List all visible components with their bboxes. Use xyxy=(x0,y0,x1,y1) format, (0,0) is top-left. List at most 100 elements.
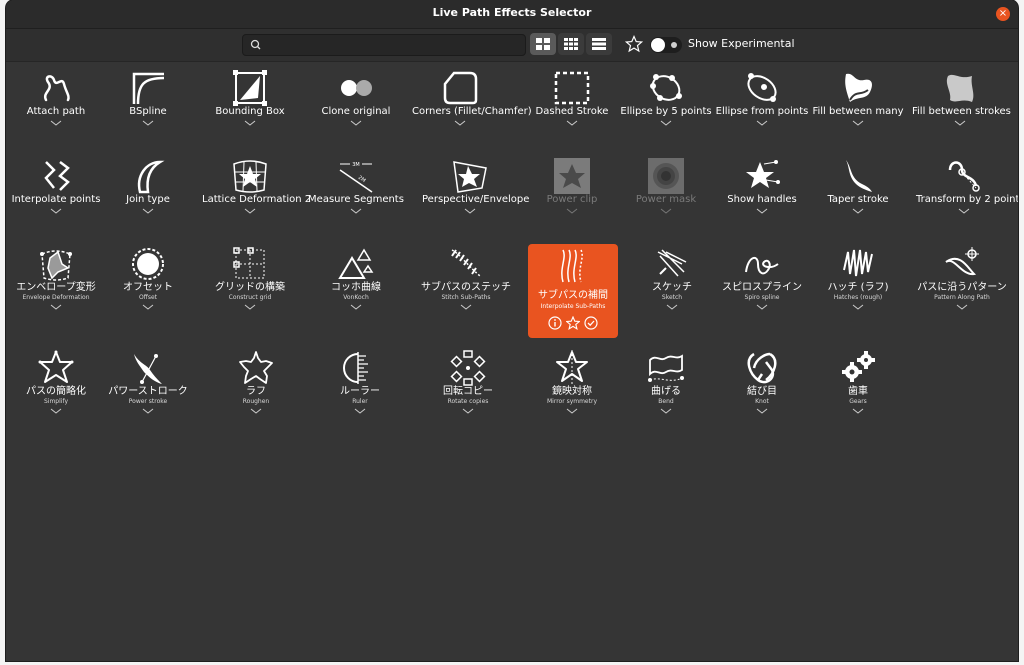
effect-label: Measure Segments xyxy=(308,194,404,205)
effect-roughen[interactable]: ラフ Roughen xyxy=(208,350,304,414)
effect-ruler[interactable]: ルーラー Ruler xyxy=(312,350,408,414)
effect-show-handles[interactable]: Show handles xyxy=(714,158,810,214)
search-input[interactable] xyxy=(242,34,526,56)
list-icon xyxy=(592,38,606,50)
effect-stitch-sub-paths[interactable]: サブパスのステッチ Stitch Sub-Paths xyxy=(418,246,514,310)
effect-fill-between-strokes[interactable]: Fill between strokes xyxy=(912,70,1011,126)
large-grid-icon xyxy=(536,38,550,50)
effect-bend[interactable]: 曲げる Bend xyxy=(618,350,714,414)
show-experimental-toggle[interactable] xyxy=(650,37,682,53)
interpolate-sub-paths-icon xyxy=(561,249,583,283)
effect-sublabel: Mirror symmetry xyxy=(546,398,597,405)
list-view-button[interactable] xyxy=(586,33,612,55)
effect-dashed-stroke[interactable]: Dashed Stroke xyxy=(524,70,620,126)
power-stroke-icon xyxy=(134,354,162,384)
chevron-down-icon xyxy=(954,120,966,126)
effect-label: Corners (Fillet/Chamfer) xyxy=(412,106,532,117)
spiro-spline-icon xyxy=(745,256,779,275)
vonkoch-icon xyxy=(338,248,374,279)
fill-between-strokes-icon xyxy=(946,74,974,102)
chevron-down-icon xyxy=(756,304,768,310)
roughen-icon xyxy=(239,351,273,384)
effect-sketch[interactable]: スケッチ Sketch xyxy=(624,246,720,310)
offset-icon xyxy=(132,248,164,280)
favorite-star-icon[interactable] xyxy=(566,316,580,330)
effect-label: Dashed Stroke xyxy=(535,106,609,117)
effect-label: Clone original xyxy=(321,106,391,117)
effect-construct-grid[interactable]: グリッドの構築 Construct grid xyxy=(202,246,298,310)
corners-icon xyxy=(443,71,478,105)
effect-clone-original[interactable]: Clone original xyxy=(308,70,404,126)
effect-knot[interactable]: 結び目 Knot xyxy=(714,350,810,414)
small-grid-icon xyxy=(564,38,578,50)
apply-check-icon[interactable] xyxy=(584,316,598,330)
effect-gears[interactable]: 歯車 Gears xyxy=(810,350,906,414)
chevron-down-icon xyxy=(354,408,366,414)
knot-icon xyxy=(747,352,777,384)
effect-join-type[interactable]: Join type xyxy=(100,158,196,214)
chevron-down-icon xyxy=(142,120,154,126)
transform-2-points-icon xyxy=(948,161,980,192)
chevron-down-icon xyxy=(460,304,472,310)
effect-envelope-deformation[interactable]: エンベロープ変形 Envelope Deformation xyxy=(8,246,104,310)
effect-label: パスに沿うパターン xyxy=(917,282,1007,293)
effect-label: スケッチ xyxy=(652,282,692,293)
effect-offset[interactable]: オフセット Offset xyxy=(100,246,196,310)
effect-bounding-box[interactable]: Bounding Box xyxy=(202,70,298,126)
effect-pattern-along-path[interactable]: パスに沿うパターン Pattern Along Path xyxy=(914,246,1010,310)
effect-label: Interpolate points xyxy=(11,194,101,205)
chevron-down-icon xyxy=(566,408,578,414)
join-type-icon xyxy=(137,160,165,194)
construct-grid-icon xyxy=(233,247,265,279)
chevron-down-icon xyxy=(350,120,362,126)
info-icon[interactable] xyxy=(548,316,562,330)
effect-vonkoch[interactable]: コッホ曲線 VonKoch xyxy=(308,246,404,310)
effect-label: Taper stroke xyxy=(827,194,889,205)
effect-simplify[interactable]: パスの簡略化 Simplify xyxy=(8,350,104,414)
effect-label: サブパスのステッチ xyxy=(421,282,511,293)
ruler-icon xyxy=(343,352,368,384)
effect-sublabel: Hatches (rough) xyxy=(833,294,883,301)
chevron-down-icon xyxy=(50,208,62,214)
effect-transform-by-2-points[interactable]: Transform by 2 points xyxy=(916,158,1018,214)
effect-sublabel: Simplify xyxy=(43,398,69,405)
effect-label: Join type xyxy=(126,194,170,205)
chevron-down-icon xyxy=(142,408,154,414)
effect-lattice-deformation-2[interactable]: Lattice Deformation 2 xyxy=(202,158,312,214)
effect-hatches-rough[interactable]: ハッチ (ラフ) Hatches (rough) xyxy=(810,246,906,310)
effect-power-clip[interactable]: Power clip xyxy=(524,158,620,214)
effect-measure-segments[interactable]: 3M 2M Measure Segments xyxy=(308,158,404,214)
effect-power-stroke[interactable]: パワーストローク Power stroke xyxy=(100,350,196,414)
effect-label: Lattice Deformation 2 xyxy=(202,194,312,205)
effect-label: 鏡映対称 xyxy=(552,386,592,397)
effect-label: BSpline xyxy=(129,106,167,117)
show-handles-icon xyxy=(746,160,780,188)
effect-label: グリッドの構築 xyxy=(215,282,285,293)
effect-spiro-spline[interactable]: スピロスプライン Spiro spline xyxy=(714,246,810,310)
perspective-envelope-icon xyxy=(453,161,487,193)
effect-corners[interactable]: Corners (Fillet/Chamfer) xyxy=(412,70,532,126)
effect-perspective-envelope[interactable]: Perspective/Envelope xyxy=(422,158,529,214)
effect-rotate-copies[interactable]: 回転コピー Rotate copies xyxy=(420,350,516,414)
favorites-star-icon[interactable] xyxy=(625,35,643,53)
effect-fill-between-many[interactable]: Fill between many xyxy=(810,70,906,126)
effect-sublabel: Ruler xyxy=(352,398,368,405)
effect-label: コッホ曲線 xyxy=(331,282,381,293)
effect-ellipse-by-5-points[interactable]: Ellipse by 5 points xyxy=(618,70,714,126)
toggle-indicator xyxy=(671,42,677,48)
bounding-box-icon xyxy=(233,70,267,106)
chevron-down-icon xyxy=(244,120,256,126)
effect-ellipse-from-points[interactable]: Ellipse from points xyxy=(714,70,810,126)
effect-label: ハッチ (ラフ) xyxy=(827,282,889,293)
effect-mirror-symmetry[interactable]: 鏡映対称 Mirror symmetry xyxy=(524,350,620,414)
effect-power-mask[interactable]: Power mask xyxy=(618,158,714,214)
effect-taper-stroke[interactable]: Taper stroke xyxy=(810,158,906,214)
effect-attach-path[interactable]: Attach path xyxy=(8,70,104,126)
large-grid-view-button[interactable] xyxy=(530,33,556,55)
effect-interpolate-sub-paths-selected[interactable]: サブパスの補間 Interpolate Sub-Paths xyxy=(528,244,618,338)
effect-bspline[interactable]: BSpline xyxy=(100,70,196,126)
small-grid-view-button[interactable] xyxy=(558,33,584,55)
close-button[interactable]: × xyxy=(996,7,1010,21)
fill-between-many-icon xyxy=(845,73,872,102)
effect-interpolate-points[interactable]: Interpolate points xyxy=(8,158,104,214)
